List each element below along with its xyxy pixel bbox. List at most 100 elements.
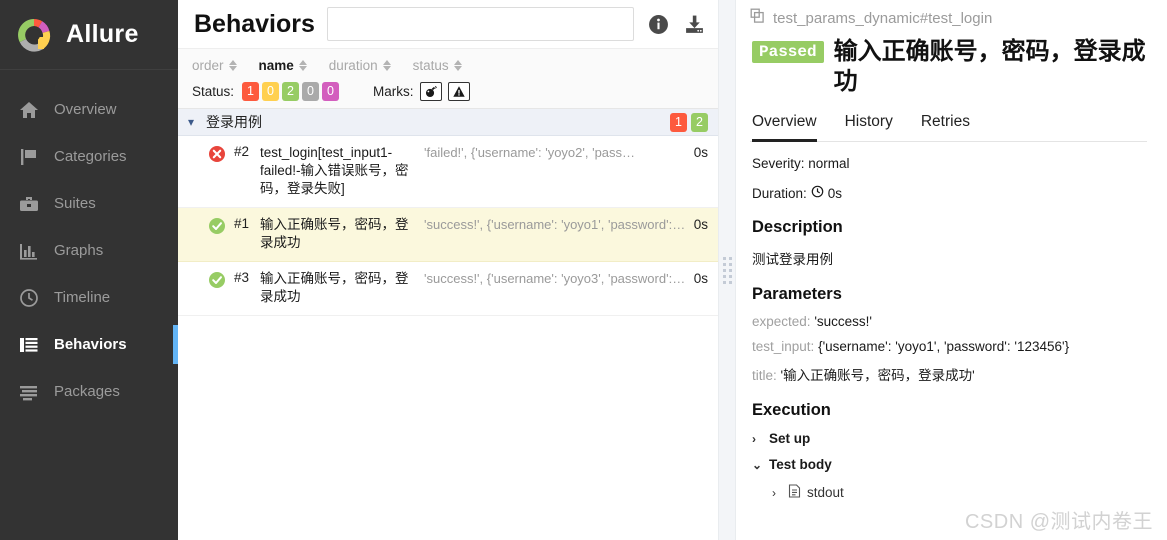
parameter-value: '输入正确账号，密码，登录成功' <box>780 368 975 383</box>
severity-line: Severity: normal <box>750 156 1147 171</box>
chevron-down-icon: ⌄ <box>752 457 763 472</box>
status-chip-passed[interactable]: 2 <box>282 81 300 101</box>
brand[interactable]: Allure <box>0 0 178 70</box>
table-row[interactable]: #2 test_login[test_input1-failed!-输入错误账号… <box>178 136 718 208</box>
sidebar-item-timeline[interactable]: Timeline <box>0 274 178 321</box>
test-description: 'success!', {'username': 'yoyo3', 'passw… <box>424 271 688 286</box>
group-chip-passed: 2 <box>691 112 708 132</box>
sidebar-item-label: Behaviors <box>54 336 127 353</box>
status-failed-icon <box>208 145 226 163</box>
execution-step-setup[interactable]: › Set up <box>750 431 1147 446</box>
test-duration: 0s <box>693 217 708 232</box>
sort-by-name[interactable]: name <box>259 58 307 73</box>
search-input[interactable] <box>326 7 634 41</box>
bar-chart-icon <box>18 240 40 262</box>
page-title: Behaviors <box>194 9 315 38</box>
sort-label: name <box>258 57 294 73</box>
sidebar-item-label: Timeline <box>54 289 111 306</box>
status-filter-label: Status: <box>192 83 235 99</box>
breadcrumb[interactable]: test_params_dynamic#test_login <box>750 8 1147 28</box>
duration-line: Duration: 0s <box>750 185 1147 201</box>
status-passed-icon <box>208 217 226 235</box>
marks-filter: Marks: <box>373 81 470 101</box>
group-chips: 1 2 <box>670 112 708 132</box>
test-name: 输入正确账号，密码，登录成功 <box>260 217 409 250</box>
sort-by-order[interactable]: order <box>192 58 237 73</box>
chevron-right-icon: › <box>772 485 776 500</box>
allure-logo-icon <box>14 15 54 55</box>
watermark: CSDN @测试内卷王 <box>964 511 1153 533</box>
execution-step-label: Set up <box>769 431 811 446</box>
sidebar-item-label: Packages <box>54 383 120 400</box>
allure-report-app: Allure Overview Categories Suites Graphs… <box>0 0 1167 540</box>
list-toolbar: order name duration status Status: 1 0 2… <box>178 48 718 109</box>
list-icon <box>18 334 40 356</box>
execution-heading: Execution <box>752 401 831 419</box>
test-name: test_login[test_input1-failed!-输入错误账号，密码… <box>260 145 409 196</box>
status-badge: Passed <box>752 41 824 63</box>
behavior-group-header[interactable]: ▾ 登录用例 1 2 <box>178 109 718 136</box>
bomb-icon[interactable] <box>419 81 442 101</box>
page-title: 输入正确账号，密码，登录成功 <box>833 38 1146 95</box>
chevron-down-icon: ▾ <box>188 115 195 129</box>
marks-filter-label: Marks: <box>373 83 414 99</box>
parameter-key: expected: <box>752 314 811 329</box>
attachment-stdout[interactable]: › stdout <box>750 484 1147 501</box>
warning-triangle-icon[interactable] <box>447 81 470 101</box>
sort-by-duration[interactable]: duration <box>329 58 391 73</box>
severity-text: Severity: normal <box>752 156 850 171</box>
download-icon[interactable] <box>682 12 706 36</box>
clock-icon <box>18 287 40 309</box>
grip-dots-icon <box>722 256 732 284</box>
brand-name: Allure <box>66 20 139 48</box>
tab-retries[interactable]: Retries <box>921 113 970 142</box>
sidebar-item-categories[interactable]: Categories <box>0 133 178 180</box>
tab-overview[interactable]: Overview <box>752 113 817 142</box>
sort-arrows-icon <box>228 59 237 71</box>
briefcase-icon <box>18 193 40 215</box>
group-chip-failed: 1 <box>670 112 687 132</box>
test-detail-panel: test_params_dynamic#test_login Passed 输入… <box>736 0 1167 540</box>
home-icon <box>18 99 40 121</box>
status-chip-broken[interactable]: 0 <box>262 81 280 101</box>
info-icon[interactable] <box>646 12 670 36</box>
parameter-row: expected: 'success!' <box>750 314 1147 329</box>
table-row[interactable]: #1 输入正确账号，密码，登录成功 'success!', {'username… <box>178 208 718 262</box>
sort-by-status[interactable]: status <box>413 58 462 73</box>
copy-icon[interactable] <box>750 8 766 28</box>
tab-history[interactable]: History <box>845 113 893 142</box>
test-description: 'success!', {'username': 'yoyo1', 'passw… <box>424 217 688 232</box>
sidebar-item-behaviors[interactable]: Behaviors <box>0 321 178 368</box>
description-heading: Description <box>752 218 843 236</box>
detail-tabs: Overview History Retries <box>750 113 1147 142</box>
status-chip-failed[interactable]: 1 <box>242 81 260 101</box>
sidebar-item-packages[interactable]: Packages <box>0 368 178 415</box>
sidebar-item-suites[interactable]: Suites <box>0 180 178 227</box>
panel-resize-handle[interactable] <box>718 0 736 540</box>
execution-step-test-body[interactable]: ⌄ Test body <box>750 457 1147 472</box>
panel-header: Behaviors <box>178 0 718 48</box>
sort-controls: order name duration status <box>192 54 718 76</box>
duration-value: 0s <box>827 185 843 201</box>
test-list: #2 test_login[test_input1-failed!-输入错误账号… <box>178 136 718 540</box>
sort-label: status <box>412 57 449 73</box>
file-icon <box>788 484 801 501</box>
test-order: #3 <box>234 270 250 285</box>
sidebar-item-overview[interactable]: Overview <box>0 86 178 133</box>
status-passed-icon <box>208 271 226 289</box>
sidebar-item-label: Suites <box>54 195 96 212</box>
breadcrumb-text: test_params_dynamic#test_login <box>773 9 993 27</box>
parameter-key: title: <box>752 368 777 383</box>
sort-label: duration <box>328 57 378 73</box>
sidebar-item-graphs[interactable]: Graphs <box>0 227 178 274</box>
status-chip-unknown[interactable]: 0 <box>322 81 340 101</box>
table-row[interactable]: #3 输入正确账号，密码，登录成功 'success!', {'username… <box>178 262 718 316</box>
parameters-heading: Parameters <box>752 285 842 303</box>
status-filter-chips: 1 0 2 0 0 <box>242 81 340 101</box>
filter-controls: Status: 1 0 2 0 0 Marks: <box>192 80 718 102</box>
chevron-right-icon: › <box>752 431 756 446</box>
status-chip-skipped[interactable]: 0 <box>302 81 320 101</box>
parameter-value: 'success!' <box>814 314 872 329</box>
sidebar: Allure Overview Categories Suites Graphs… <box>0 0 178 540</box>
test-title-row: Passed 输入正确账号，密码，登录成功 <box>750 37 1147 97</box>
